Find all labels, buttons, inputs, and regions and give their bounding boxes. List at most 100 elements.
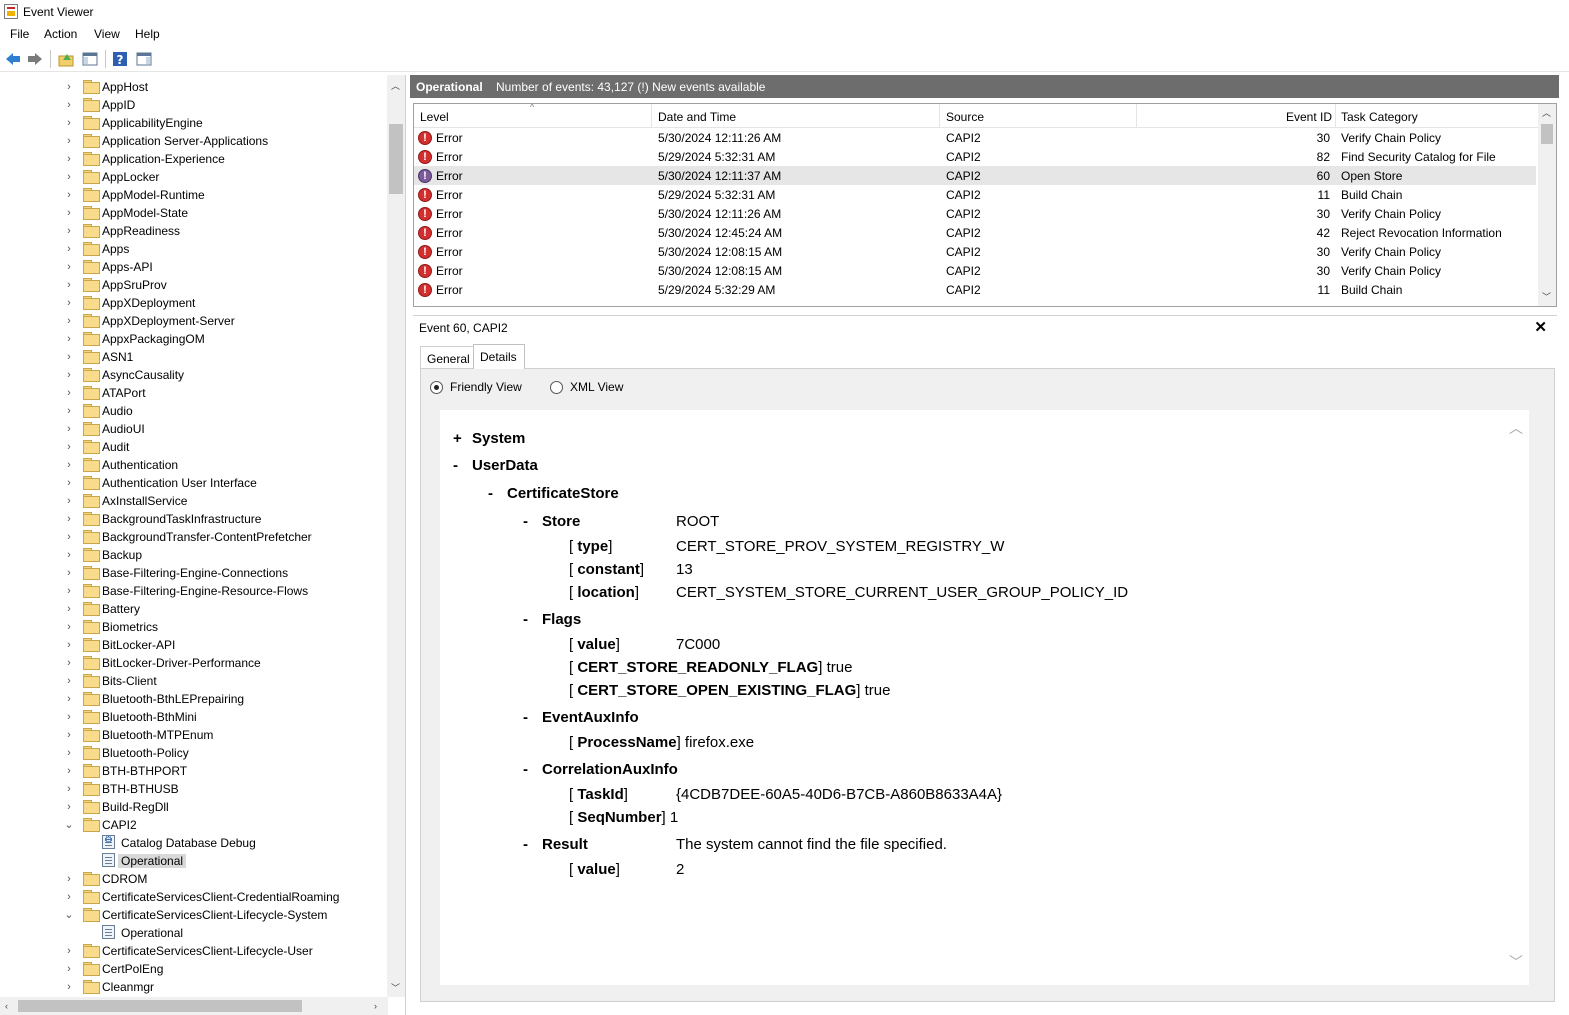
tree-item[interactable]: › CertificateServicesClient-Lifecycle-Use…	[0, 942, 390, 960]
tree-item[interactable]: › Application Server-Applications	[0, 132, 390, 150]
scroll-down-icon[interactable]: ﹀	[391, 983, 400, 993]
chevron-right-icon[interactable]: ›	[64, 531, 74, 543]
collapse-result-toggle[interactable]: -	[523, 836, 528, 853]
collapse-store-toggle[interactable]: -	[523, 513, 528, 530]
tree-item[interactable]: › Base-Filtering-Engine-Resource-Flows	[0, 582, 390, 600]
tree-item[interactable]: › CDROM	[0, 870, 390, 888]
column-event-id[interactable]: Event ID	[1286, 110, 1332, 124]
chevron-right-icon[interactable]: ›	[64, 639, 74, 651]
chevron-right-icon[interactable]: ›	[64, 945, 74, 957]
scroll-up-icon[interactable]: ︿	[391, 81, 400, 91]
radio-unselected-icon[interactable]	[550, 381, 563, 394]
menu-file[interactable]: File	[10, 27, 29, 41]
scroll-down-icon[interactable]: ﹀	[1542, 292, 1551, 302]
menu-view[interactable]: View	[94, 27, 120, 41]
chevron-right-icon[interactable]: ›	[64, 549, 74, 561]
tree-item[interactable]: › AsyncCausality	[0, 366, 390, 384]
tree-item[interactable]: › Apps-API	[0, 258, 390, 276]
tree-item[interactable]: › AudioUI	[0, 420, 390, 438]
tree-item[interactable]: › Backup	[0, 546, 390, 564]
back-arrow-icon[interactable]	[4, 50, 22, 68]
event-row[interactable]: Error 5/30/2024 12:11:26 AM CAPI2 30 Verify …	[414, 128, 1536, 147]
chevron-right-icon[interactable]: ›	[64, 585, 74, 597]
tree-item[interactable]: Catalog Database Debug	[0, 834, 390, 852]
event-row[interactable]: Error 5/30/2024 12:08:15 AM CAPI2 30 Verify …	[414, 242, 1536, 261]
collapse-userdata-toggle[interactable]: -	[453, 457, 458, 474]
tree-item[interactable]: › AppID	[0, 96, 390, 114]
tree-item[interactable]: › BTH-BTHPORT	[0, 762, 390, 780]
chevron-right-icon[interactable]: ›	[64, 657, 74, 669]
tree-item[interactable]: › AppXDeployment	[0, 294, 390, 312]
chevron-right-icon[interactable]: ›	[64, 459, 74, 471]
collapse-flags-toggle[interactable]: -	[523, 611, 528, 628]
event-row[interactable]: Error 5/30/2024 12:45:24 AM CAPI2 42 Reject …	[414, 223, 1536, 242]
event-row[interactable]: Error 5/29/2024 5:32:31 AM CAPI2 82 Find Sec…	[414, 147, 1536, 166]
grid-vertical-scrollbar[interactable]: ︿ ﹀	[1538, 104, 1556, 306]
tree-item[interactable]: › BitLocker-Driver-Performance	[0, 654, 390, 672]
chevron-right-icon[interactable]: ›	[64, 243, 74, 255]
tree-item[interactable]: › ATAPort	[0, 384, 390, 402]
collapse-correlation-toggle[interactable]: -	[523, 761, 528, 778]
chevron-right-icon[interactable]: ›	[64, 387, 74, 399]
tree-item[interactable]: › BitLocker-API	[0, 636, 390, 654]
tree-item[interactable]: › ApplicabilityEngine	[0, 114, 390, 132]
chevron-right-icon[interactable]: ›	[64, 477, 74, 489]
chevron-right-icon[interactable]: ›	[64, 423, 74, 435]
tree-item[interactable]: › AppxPackagingOM	[0, 330, 390, 348]
chevron-right-icon[interactable]: ›	[64, 333, 74, 345]
chevron-right-icon[interactable]: ›	[64, 513, 74, 525]
chevron-right-icon[interactable]: ›	[64, 261, 74, 273]
help-icon[interactable]: ?	[111, 50, 129, 68]
tree-vertical-scrollbar[interactable]: ︿ ﹀	[387, 75, 405, 997]
chevron-right-icon[interactable]: ›	[64, 99, 74, 111]
chevron-right-icon[interactable]: ›	[64, 297, 74, 309]
tree-item[interactable]: › AppSruProv	[0, 276, 390, 294]
chevron-right-icon[interactable]: ›	[64, 405, 74, 417]
tab-details[interactable]: Details	[473, 344, 525, 369]
chevron-right-icon[interactable]: ›	[64, 189, 74, 201]
chevron-right-icon[interactable]: ›	[64, 981, 74, 993]
event-row[interactable]: Error 5/29/2024 5:32:29 AM CAPI2 11 Build Ch…	[414, 280, 1536, 299]
chevron-right-icon[interactable]: ›	[64, 153, 74, 165]
chevron-down-icon[interactable]: ﹀	[1509, 952, 1523, 972]
column-level[interactable]: Level	[420, 110, 449, 124]
tree-item[interactable]: › AxInstallService	[0, 492, 390, 510]
chevron-right-icon[interactable]: ›	[64, 675, 74, 687]
event-row[interactable]: Error 5/30/2024 12:11:37 AM CAPI2 60 Open St…	[414, 166, 1536, 185]
tree-item[interactable]: › Audit	[0, 438, 390, 456]
tree-item[interactable]: › Biometrics	[0, 618, 390, 636]
tree-item[interactable]: › Bluetooth-BthLEPrepairing	[0, 690, 390, 708]
tree-item[interactable]: › Bluetooth-Policy	[0, 744, 390, 762]
chevron-right-icon[interactable]: ›	[64, 279, 74, 291]
xml-view-radio[interactable]: XML View	[550, 380, 640, 396]
tree-item[interactable]: › BTH-BTHUSB	[0, 780, 390, 798]
tree-item[interactable]: › Build-RegDll	[0, 798, 390, 816]
tree-item[interactable]: Operational	[0, 852, 390, 870]
tree-item[interactable]: › Cleanmgr	[0, 978, 390, 996]
scroll-thumb[interactable]	[18, 1000, 302, 1012]
chevron-right-icon[interactable]: ›	[64, 369, 74, 381]
scroll-right-icon[interactable]: ›	[374, 1001, 377, 1011]
menu-action[interactable]: Action	[44, 27, 77, 41]
chevron-right-icon[interactable]: ›	[64, 729, 74, 741]
chevron-right-icon[interactable]: ›	[64, 783, 74, 795]
chevron-right-icon[interactable]: ›	[64, 315, 74, 327]
tree-item[interactable]: › Base-Filtering-Engine-Connections	[0, 564, 390, 582]
column-task-category[interactable]: Task Category	[1341, 110, 1418, 124]
event-row[interactable]: Error 5/30/2024 12:08:15 AM CAPI2 30 Verify …	[414, 261, 1536, 280]
chevron-right-icon[interactable]: ›	[64, 81, 74, 93]
chevron-right-icon[interactable]: ›	[64, 441, 74, 453]
chevron-right-icon[interactable]: ›	[64, 801, 74, 813]
tree-item[interactable]: › Authentication User Interface	[0, 474, 390, 492]
tree-item[interactable]: › AppHost	[0, 78, 390, 96]
chevron-right-icon[interactable]: ›	[64, 891, 74, 903]
tree-item[interactable]: › ASN1	[0, 348, 390, 366]
tree-item[interactable]: › AppModel-Runtime	[0, 186, 390, 204]
chevron-right-icon[interactable]: ›	[64, 963, 74, 975]
chevron-right-icon[interactable]: ›	[64, 621, 74, 633]
collapse-eventauxinfo-toggle[interactable]: -	[523, 709, 528, 726]
chevron-right-icon[interactable]: ›	[64, 747, 74, 759]
chevron-down-icon[interactable]: ⌄	[64, 909, 74, 921]
tree-item[interactable]: › Audio	[0, 402, 390, 420]
tree-item[interactable]: › AppXDeployment-Server	[0, 312, 390, 330]
